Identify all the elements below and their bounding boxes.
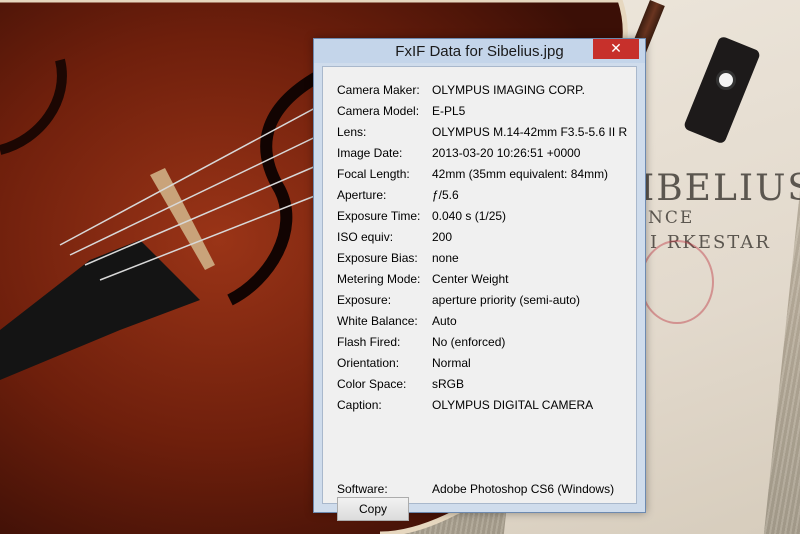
exif-row: Camera Model: E-PL5 (337, 100, 630, 121)
exif-row: Color Space: sRGB (337, 373, 630, 394)
exif-label: Focal Length: (337, 166, 410, 181)
exif-label: Orientation: (337, 355, 400, 370)
exif-row: White Balance: Auto (337, 310, 630, 331)
exif-label: Aperture: (337, 187, 387, 202)
exif-value: 2013-03-20 10:26:51 +0000 (432, 145, 581, 160)
exif-label: Camera Model: (337, 103, 420, 118)
exif-row: Exposure Time: 0.040 s (1/25) (337, 205, 630, 226)
exif-value: aperture priority (semi-auto) (432, 292, 581, 307)
exif-row: Camera Maker: OLYMPUS IMAGING CORP. (337, 79, 630, 100)
exif-value: 0.040 s (1/25) (432, 208, 507, 223)
exif-label: Color Space: (337, 376, 407, 391)
exif-value: OLYMPUS IMAGING CORP. (432, 82, 585, 97)
title-bar[interactable]: FxIF Data for Sibelius.jpg ✕ (314, 39, 645, 63)
exif-label: Caption: (337, 397, 382, 412)
exif-row: Image Date: 2013-03-20 10:26:51 +0000 (337, 142, 630, 163)
exif-label: Flash Fired: (337, 334, 401, 349)
exif-value: 200 (432, 229, 453, 244)
exif-row: Orientation: Normal (337, 352, 630, 373)
exif-label: Image Date: (337, 145, 403, 160)
exif-row: ISO equiv: 200 (337, 226, 630, 247)
fxif-dialog: FxIF Data for Sibelius.jpg ✕ Camera Make… (313, 38, 646, 521)
exif-value: none (432, 250, 459, 265)
exif-value: sRGB (432, 376, 465, 391)
exif-row: Metering Mode: Center Weight (337, 268, 630, 289)
close-icon: ✕ (610, 41, 622, 57)
software-value: Adobe Photoshop CS6 (Windows) (432, 482, 615, 496)
exif-value: ƒ/5.6 (432, 187, 459, 202)
exif-label: Metering Mode: (337, 271, 421, 286)
exif-label: Camera Maker: (337, 82, 420, 97)
exif-row: Aperture: ƒ/5.6 (337, 184, 630, 205)
exif-row: Flash Fired: No (enforced) (337, 331, 630, 352)
exif-label: Exposure: (337, 292, 392, 307)
exif-value: No (enforced) (432, 334, 506, 349)
exif-value: Normal (432, 355, 471, 370)
exif-row: Caption: OLYMPUS DIGITAL CAMERA (337, 394, 630, 415)
copy-button[interactable]: Copy (337, 497, 409, 521)
window-title: FxIF Data for Sibelius.jpg (395, 42, 564, 60)
software-label: Software: (337, 482, 388, 496)
exif-row: Exposure Bias: none (337, 247, 630, 268)
exif-label: White Balance: (337, 313, 418, 328)
exif-label: Lens: (337, 124, 367, 139)
exif-row: Lens: OLYMPUS M.14-42mm F3.5-5.6 II R (337, 121, 630, 142)
exif-row: Exposure: aperture priority (semi-auto) (337, 289, 630, 310)
exif-value: OLYMPUS DIGITAL CAMERA (432, 397, 594, 412)
close-button[interactable]: ✕ (593, 39, 639, 59)
exif-value: E-PL5 (432, 103, 466, 118)
dialog-client-area: Camera Maker: OLYMPUS IMAGING CORP. Camera… (322, 66, 637, 521)
exif-label: ISO equiv: (337, 229, 394, 244)
exif-value: Center Weight (432, 271, 509, 286)
exif-value: 42mm (35mm equivalent: 84mm) (432, 166, 609, 181)
exif-label: Exposure Bias: (337, 250, 418, 265)
exif-list: Camera Maker: OLYMPUS IMAGING CORP. Camera… (337, 79, 630, 415)
exif-value: OLYMPUS M.14-42mm F3.5-5.6 II R (432, 124, 628, 139)
exif-value: Auto (432, 313, 457, 328)
exif-row: Focal Length: 42mm (35mm equivalent: 84mm… (337, 163, 630, 184)
exif-label: Exposure Time: (337, 208, 421, 223)
software-row: Software: Adobe Photoshop CS6 (Windows) (337, 479, 630, 499)
